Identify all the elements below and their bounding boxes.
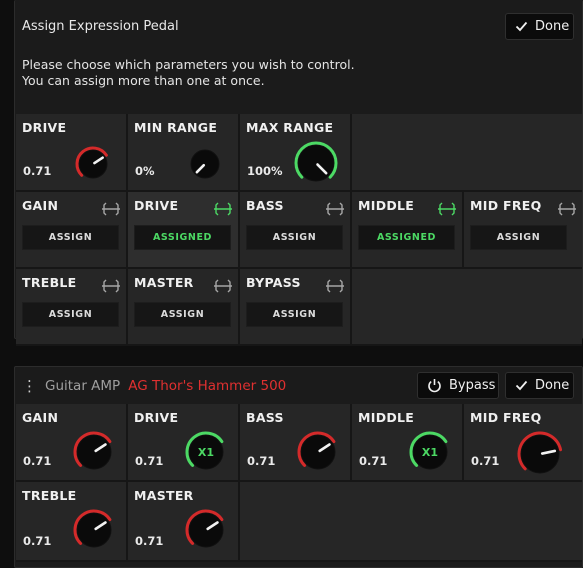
param-label: MIDDLE	[358, 198, 415, 213]
assign-button[interactable]: ASSIGN	[22, 302, 119, 327]
assign-param-bass: BASS ASSIGN	[240, 192, 352, 269]
expression-pedal-icon	[214, 201, 232, 220]
panel-title: Assign Expression Pedal	[22, 19, 179, 34]
knob[interactable]	[72, 508, 116, 556]
range-control-drive: DRIVE 0.71	[16, 114, 128, 192]
control-label: TREBLE	[22, 488, 77, 503]
expression-pedal-icon	[102, 201, 120, 220]
amp-control-treble: TREBLE 0.71	[16, 482, 128, 562]
control-value: 0.71	[23, 164, 52, 178]
expression-pedal-icon	[326, 201, 344, 220]
amp-control-mid-freq: MID FREQ 0.71	[464, 404, 582, 482]
instructions-line-1: Please choose which parameters you wish …	[22, 57, 355, 72]
amp-control-master: MASTER 0.71	[128, 482, 240, 562]
assign-button[interactable]: ASSIGN	[246, 225, 343, 250]
expression-parameter-grid: DRIVE 0.71 MIN RANGE 0% MAX RANGE 100% GAIN ASS…	[16, 114, 582, 346]
amp-done-label: Done	[535, 378, 570, 393]
amp-header: ⋮ Guitar AMP AG Thor's Hammer 500	[22, 378, 286, 394]
param-label: BYPASS	[246, 275, 301, 290]
control-label: MASTER	[134, 488, 194, 503]
assign-button[interactable]: ASSIGN	[246, 302, 343, 327]
amp-done-button[interactable]: Done	[505, 372, 574, 399]
control-value: 0%	[135, 164, 155, 178]
amp-control-bass: BASS 0.71	[240, 404, 352, 482]
knob[interactable]	[184, 508, 228, 556]
assign-param-bypass: BYPASS ASSIGN	[240, 269, 352, 346]
bypass-button[interactable]: Bypass	[417, 372, 499, 399]
guitar-amp-panel: ⋮ Guitar AMP AG Thor's Hammer 500 Bypass…	[14, 366, 583, 568]
control-label: MID FREQ	[470, 410, 542, 425]
control-label: DRIVE	[22, 120, 67, 135]
assign-expression-pedal-panel: Assign Expression Pedal Done Please choo…	[14, 0, 583, 346]
expression-pedal-icon	[102, 278, 120, 297]
instructions: Please choose which parameters you wish …	[22, 57, 355, 89]
assign-button[interactable]: ASSIGN	[22, 225, 119, 250]
amp-control-drive: DRIVE 0.71 X1	[128, 404, 240, 482]
control-value: 0.71	[471, 454, 500, 468]
assign-param-gain: GAIN ASSIGN	[16, 192, 128, 269]
power-icon	[427, 378, 442, 393]
assign-param-master: MASTER ASSIGN	[128, 269, 240, 346]
expression-pedal-icon	[326, 278, 344, 297]
param-label: MID FREQ	[470, 198, 542, 213]
knob[interactable]	[516, 430, 564, 482]
knob[interactable]	[296, 430, 340, 478]
knob[interactable]	[186, 145, 224, 187]
param-label: GAIN	[22, 198, 59, 213]
done-label: Done	[535, 19, 570, 34]
param-label: BASS	[246, 198, 284, 213]
knob[interactable]	[293, 140, 339, 190]
svg-text:X1: X1	[198, 446, 214, 459]
control-value: 100%	[247, 164, 283, 178]
vertical-dots-icon[interactable]: ⋮	[22, 379, 37, 394]
control-value: 0.71	[359, 454, 388, 468]
expression-pedal-icon	[558, 201, 576, 220]
instructions-line-2: You can assign more than one at once.	[22, 73, 265, 88]
amp-model-name[interactable]: AG Thor's Hammer 500	[128, 378, 286, 394]
assign-button[interactable]: ASSIGN	[470, 225, 567, 250]
control-value: 0.71	[23, 454, 52, 468]
amp-control-middle: MIDDLE 0.71 X1	[352, 404, 464, 482]
param-label: DRIVE	[134, 198, 179, 213]
check-icon	[515, 21, 528, 32]
check-icon	[515, 380, 528, 391]
control-label: GAIN	[22, 410, 59, 425]
range-control-min-range: MIN RANGE 0%	[128, 114, 240, 192]
assigned-button[interactable]: ASSIGNED	[134, 225, 231, 250]
expression-pedal-icon	[438, 201, 456, 220]
bypass-label: Bypass	[449, 378, 496, 393]
empty-cell	[352, 269, 582, 346]
param-label: TREBLE	[22, 275, 77, 290]
assign-param-drive: DRIVE ASSIGNED	[128, 192, 240, 269]
control-value: 0.71	[247, 454, 276, 468]
control-label: MAX RANGE	[246, 120, 334, 135]
amp-category: Guitar AMP	[45, 378, 121, 394]
range-control-max-range: MAX RANGE 100%	[240, 114, 352, 192]
expression-assigned-knob[interactable]: X1	[184, 430, 228, 478]
amp-parameter-grid: GAIN 0.71 DRIVE 0.71 X1 BASS 0.71 MIDDLE 0.71 X1 M…	[16, 404, 582, 562]
empty-cell	[352, 114, 582, 192]
param-label: MASTER	[134, 275, 194, 290]
amp-control-gain: GAIN 0.71	[16, 404, 128, 482]
knob[interactable]	[72, 430, 116, 478]
control-label: MIN RANGE	[134, 120, 218, 135]
control-value: 0.71	[23, 534, 52, 548]
assigned-button[interactable]: ASSIGNED	[358, 225, 455, 250]
done-button[interactable]: Done	[505, 13, 574, 40]
assign-button[interactable]: ASSIGN	[134, 302, 231, 327]
control-value: 0.71	[135, 454, 164, 468]
empty-cell	[240, 482, 582, 562]
assign-param-mid-freq: MID FREQ ASSIGN	[464, 192, 582, 269]
assign-param-treble: TREBLE ASSIGN	[16, 269, 128, 346]
control-label: MIDDLE	[358, 410, 415, 425]
control-value: 0.71	[135, 534, 164, 548]
knob[interactable]	[74, 145, 112, 187]
control-label: BASS	[246, 410, 284, 425]
svg-text:X1: X1	[422, 446, 438, 459]
expression-assigned-knob[interactable]: X1	[408, 430, 452, 478]
assign-param-middle: MIDDLE ASSIGNED	[352, 192, 464, 269]
expression-pedal-icon	[214, 278, 232, 297]
control-label: DRIVE	[134, 410, 179, 425]
